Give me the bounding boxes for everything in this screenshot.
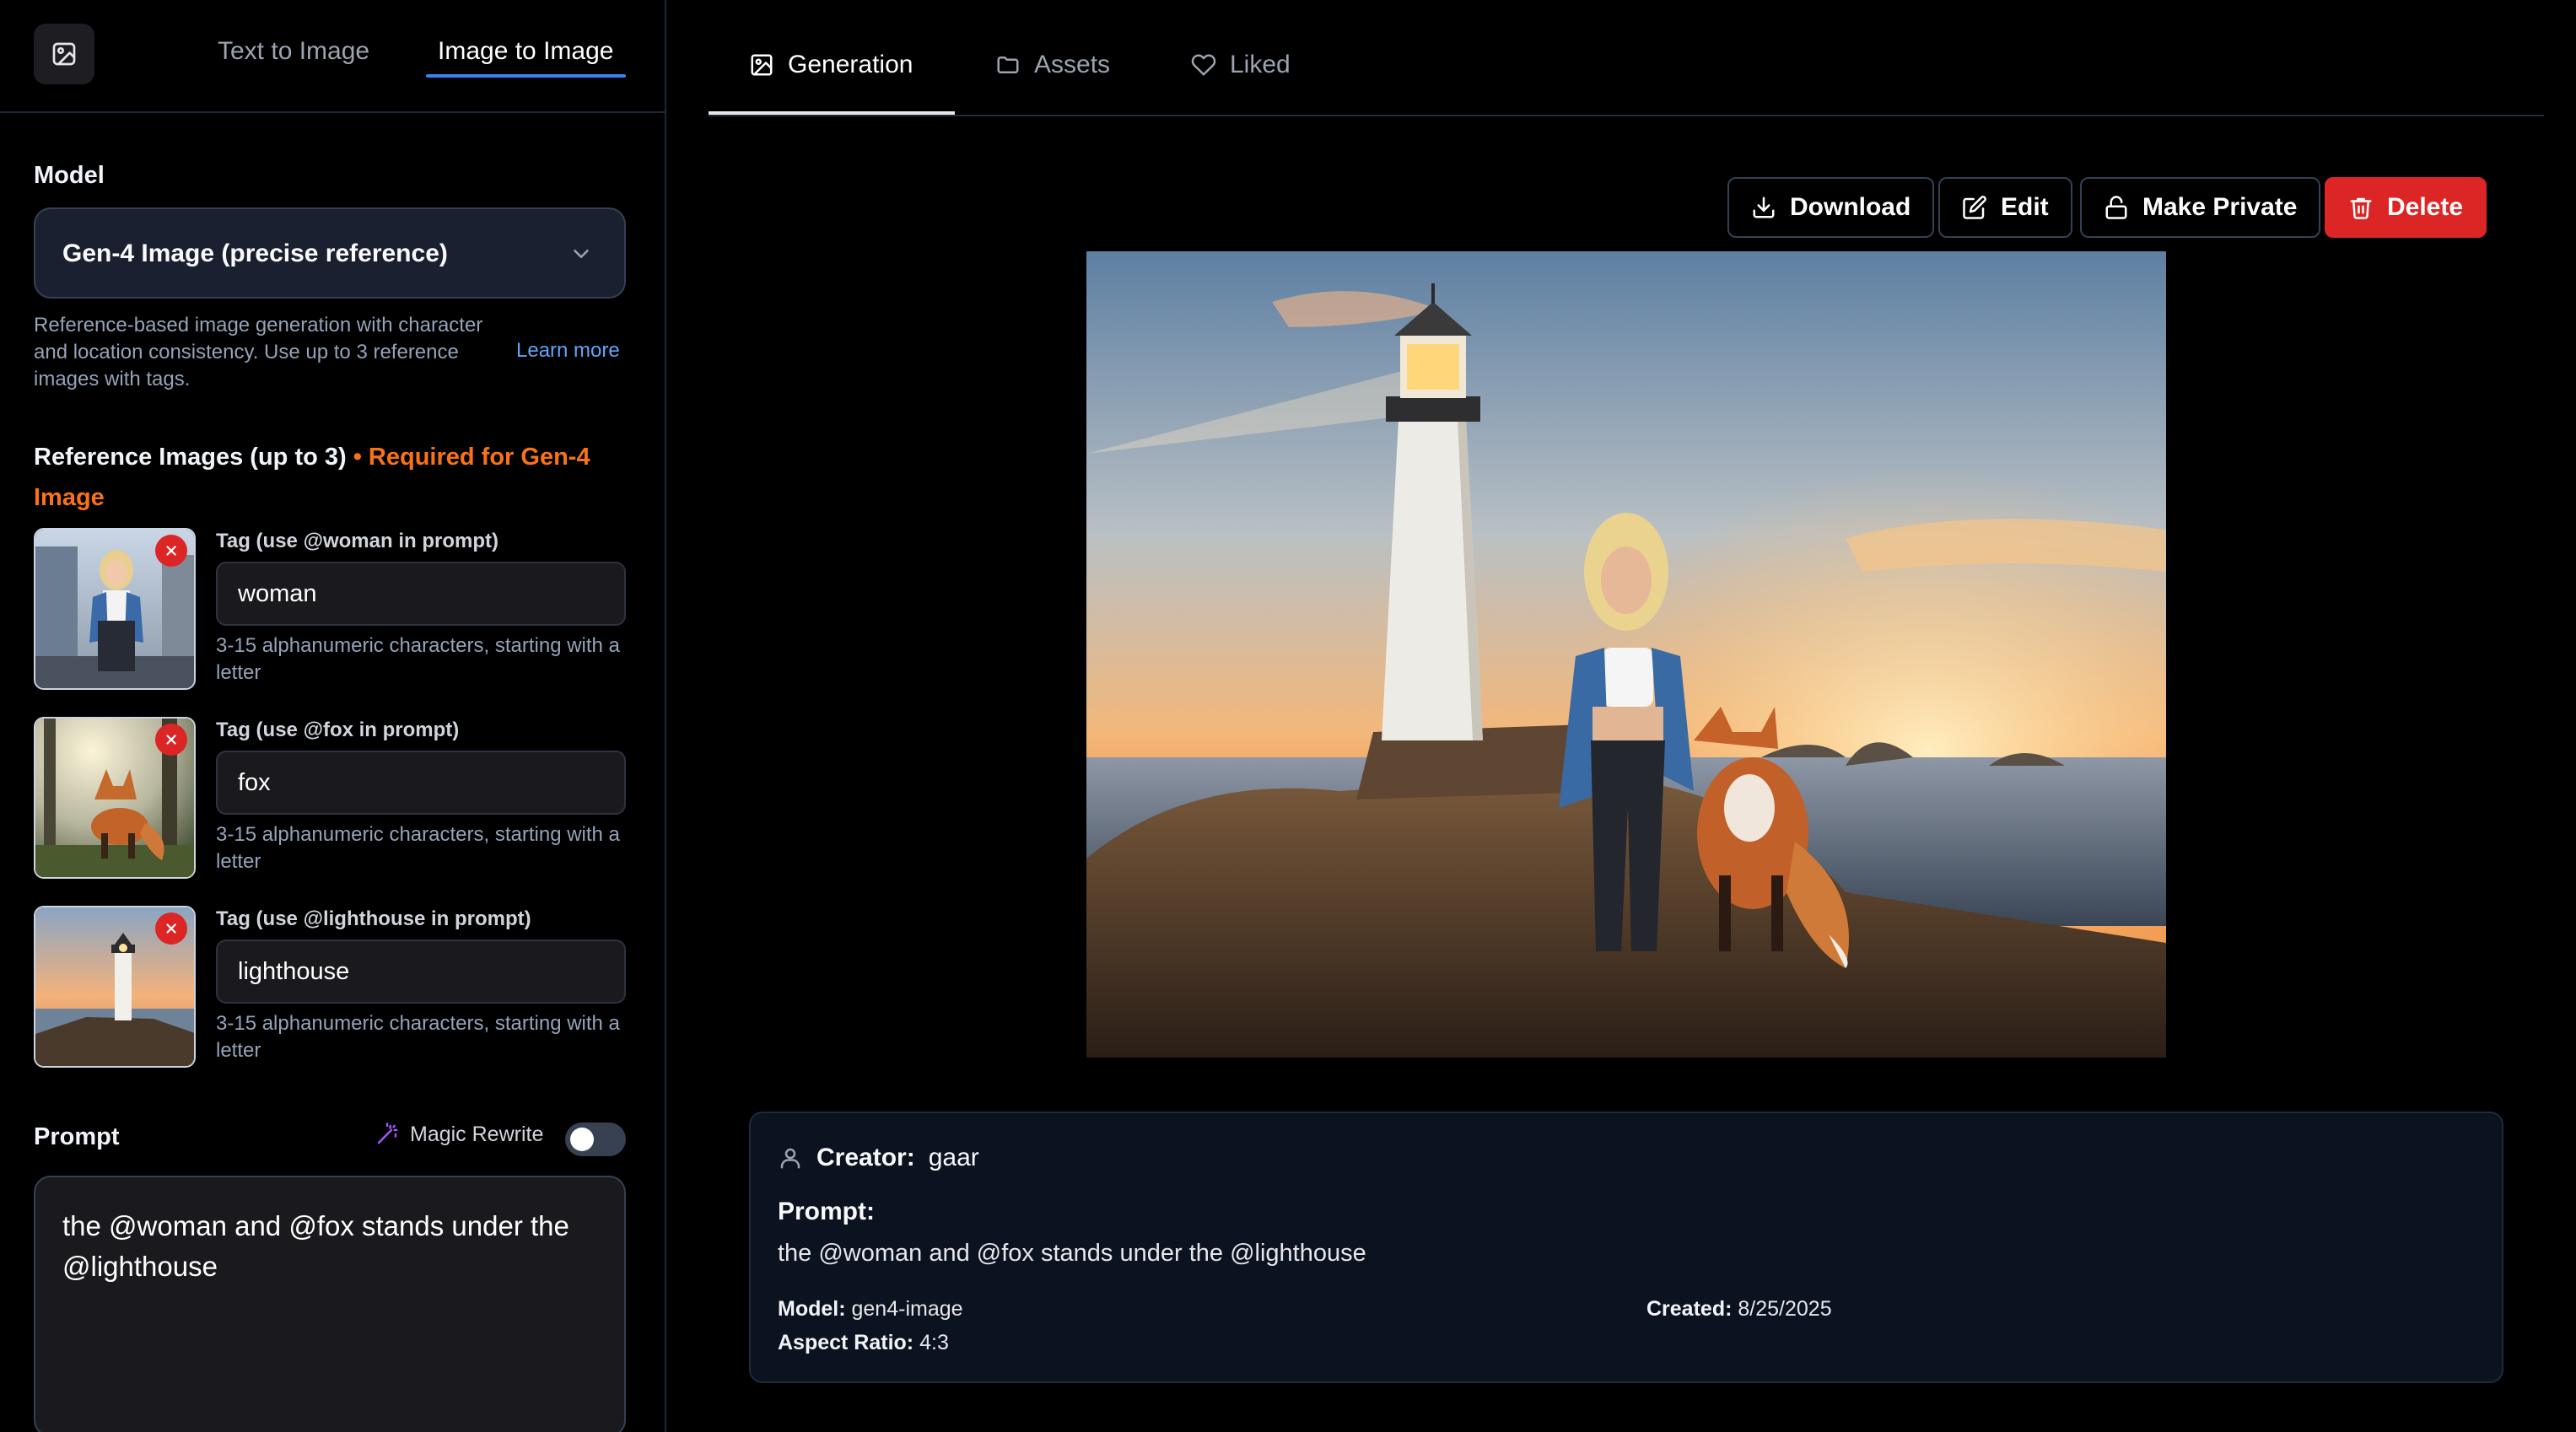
close-icon — [166, 735, 176, 745]
lock-icon — [2105, 196, 2127, 219]
download-button[interactable]: Download — [1727, 177, 1935, 238]
tag-label: Tag (use @fox in prompt) — [216, 719, 460, 741]
magic-rewrite-text: Magic Rewrite — [410, 1122, 544, 1146]
model-meta: Model: gen4-image — [778, 1297, 963, 1322]
user-icon — [780, 1148, 800, 1169]
model-select[interactable]: Gen-4 Image (precise reference) — [34, 207, 626, 299]
generated-image[interactable] — [1086, 251, 2166, 1058]
download-label: Download — [1790, 193, 1911, 221]
generation-details-card: Creator: gaar Prompt: the @woman and @fo… — [749, 1112, 2503, 1383]
tag-input-fox[interactable]: fox — [216, 751, 626, 815]
tag-help-text: 3-15 alphanumeric characters, starting w… — [216, 1012, 620, 1062]
created-meta: Created: 8/25/2025 — [1646, 1297, 1832, 1322]
tag-help-text: 3-15 alphanumeric characters, starting w… — [216, 823, 620, 873]
created-value: 8/25/2025 — [1738, 1297, 1832, 1321]
creator-name: gaar — [928, 1144, 979, 1171]
trash-icon — [2350, 197, 2372, 219]
toggle-knob — [570, 1128, 594, 1151]
tag-input-lighthouse[interactable]: lighthouse — [216, 939, 626, 1004]
model-label: Model — [34, 162, 105, 189]
active-tab-indicator — [426, 74, 626, 78]
magic-rewrite-label: Magic Rewrite — [375, 1122, 543, 1147]
aspect-ratio-label: Aspect Ratio: — [778, 1331, 914, 1354]
tag-label: Tag (use @lighthouse in prompt) — [216, 907, 531, 930]
edit-button[interactable]: Edit — [1938, 177, 2072, 238]
aspect-ratio-value: 4:3 — [919, 1331, 949, 1354]
close-icon — [166, 923, 176, 934]
magic-rewrite-toggle[interactable] — [565, 1122, 626, 1156]
model-meta-label: Model: — [778, 1297, 846, 1321]
prompt-textarea[interactable]: the @woman and @fox stands under the @li… — [34, 1176, 626, 1432]
model-selected-value: Gen-4 Image (precise reference) — [62, 240, 448, 267]
created-label: Created: — [1646, 1297, 1733, 1321]
tab-liked[interactable]: Liked — [1191, 51, 1291, 79]
heart-icon — [1191, 54, 1216, 76]
close-icon — [166, 546, 176, 556]
mode-header: Text to Image Image to Image — [0, 0, 665, 113]
chevron-down-icon — [574, 250, 589, 258]
view-tabs: Generation Assets Liked — [709, 0, 2544, 116]
wand-icon — [377, 1122, 398, 1144]
generated-image-artwork — [1086, 251, 2166, 1058]
tab-assets[interactable]: Assets — [995, 51, 1110, 79]
tab-text-to-image[interactable]: Text to Image — [218, 37, 369, 66]
folder-icon — [997, 57, 1019, 73]
tab-liked-label: Liked — [1230, 51, 1291, 78]
tag-label: Tag (use @woman in prompt) — [216, 530, 498, 552]
model-help-text: Reference-based image generation with ch… — [34, 314, 483, 390]
tab-generation-label: Generation — [788, 51, 913, 78]
edit-label: Edit — [2001, 193, 2049, 221]
tab-assets-label: Assets — [1034, 51, 1111, 78]
learn-more-link[interactable]: Learn more — [516, 339, 620, 363]
reference-title-text: Reference Images (up to 3) — [34, 444, 347, 471]
prompt-label: Prompt: — [778, 1198, 875, 1225]
image-icon — [52, 42, 76, 66]
delete-button[interactable]: Delete — [2325, 177, 2487, 238]
edit-icon — [1963, 196, 1986, 219]
delete-label: Delete — [2387, 193, 2464, 221]
tag-input-woman[interactable]: woman — [216, 562, 626, 626]
aspect-ratio-meta: Aspect Ratio: 4:3 — [778, 1331, 949, 1355]
creator-row: Creator: gaar — [778, 1144, 979, 1172]
active-tab-indicator — [709, 111, 955, 115]
remove-reference-button[interactable] — [155, 724, 187, 756]
remove-reference-button[interactable] — [155, 535, 187, 567]
image-icon — [751, 54, 773, 76]
tab-image-to-image[interactable]: Image to Image — [438, 37, 613, 66]
tab-generation[interactable]: Generation — [749, 51, 913, 79]
reference-images-title: Reference Images (up to 3) • Required fo… — [34, 437, 624, 518]
remove-reference-button[interactable] — [155, 912, 187, 945]
download-icon — [1753, 196, 1775, 218]
make-private-button[interactable]: Make Private — [2080, 177, 2321, 238]
creator-label: Creator: — [816, 1144, 915, 1171]
tag-help-text: 3-15 alphanumeric characters, starting w… — [216, 634, 620, 684]
make-private-label: Make Private — [2142, 193, 2298, 221]
prompt-text: the @woman and @fox stands under the @li… — [778, 1240, 1366, 1267]
logo-button[interactable] — [34, 24, 94, 84]
model-meta-value: gen4-image — [851, 1297, 963, 1321]
left-panel: Text to Image Image to Image Model Gen-4… — [0, 0, 666, 1432]
prompt-label: Prompt — [34, 1123, 120, 1150]
